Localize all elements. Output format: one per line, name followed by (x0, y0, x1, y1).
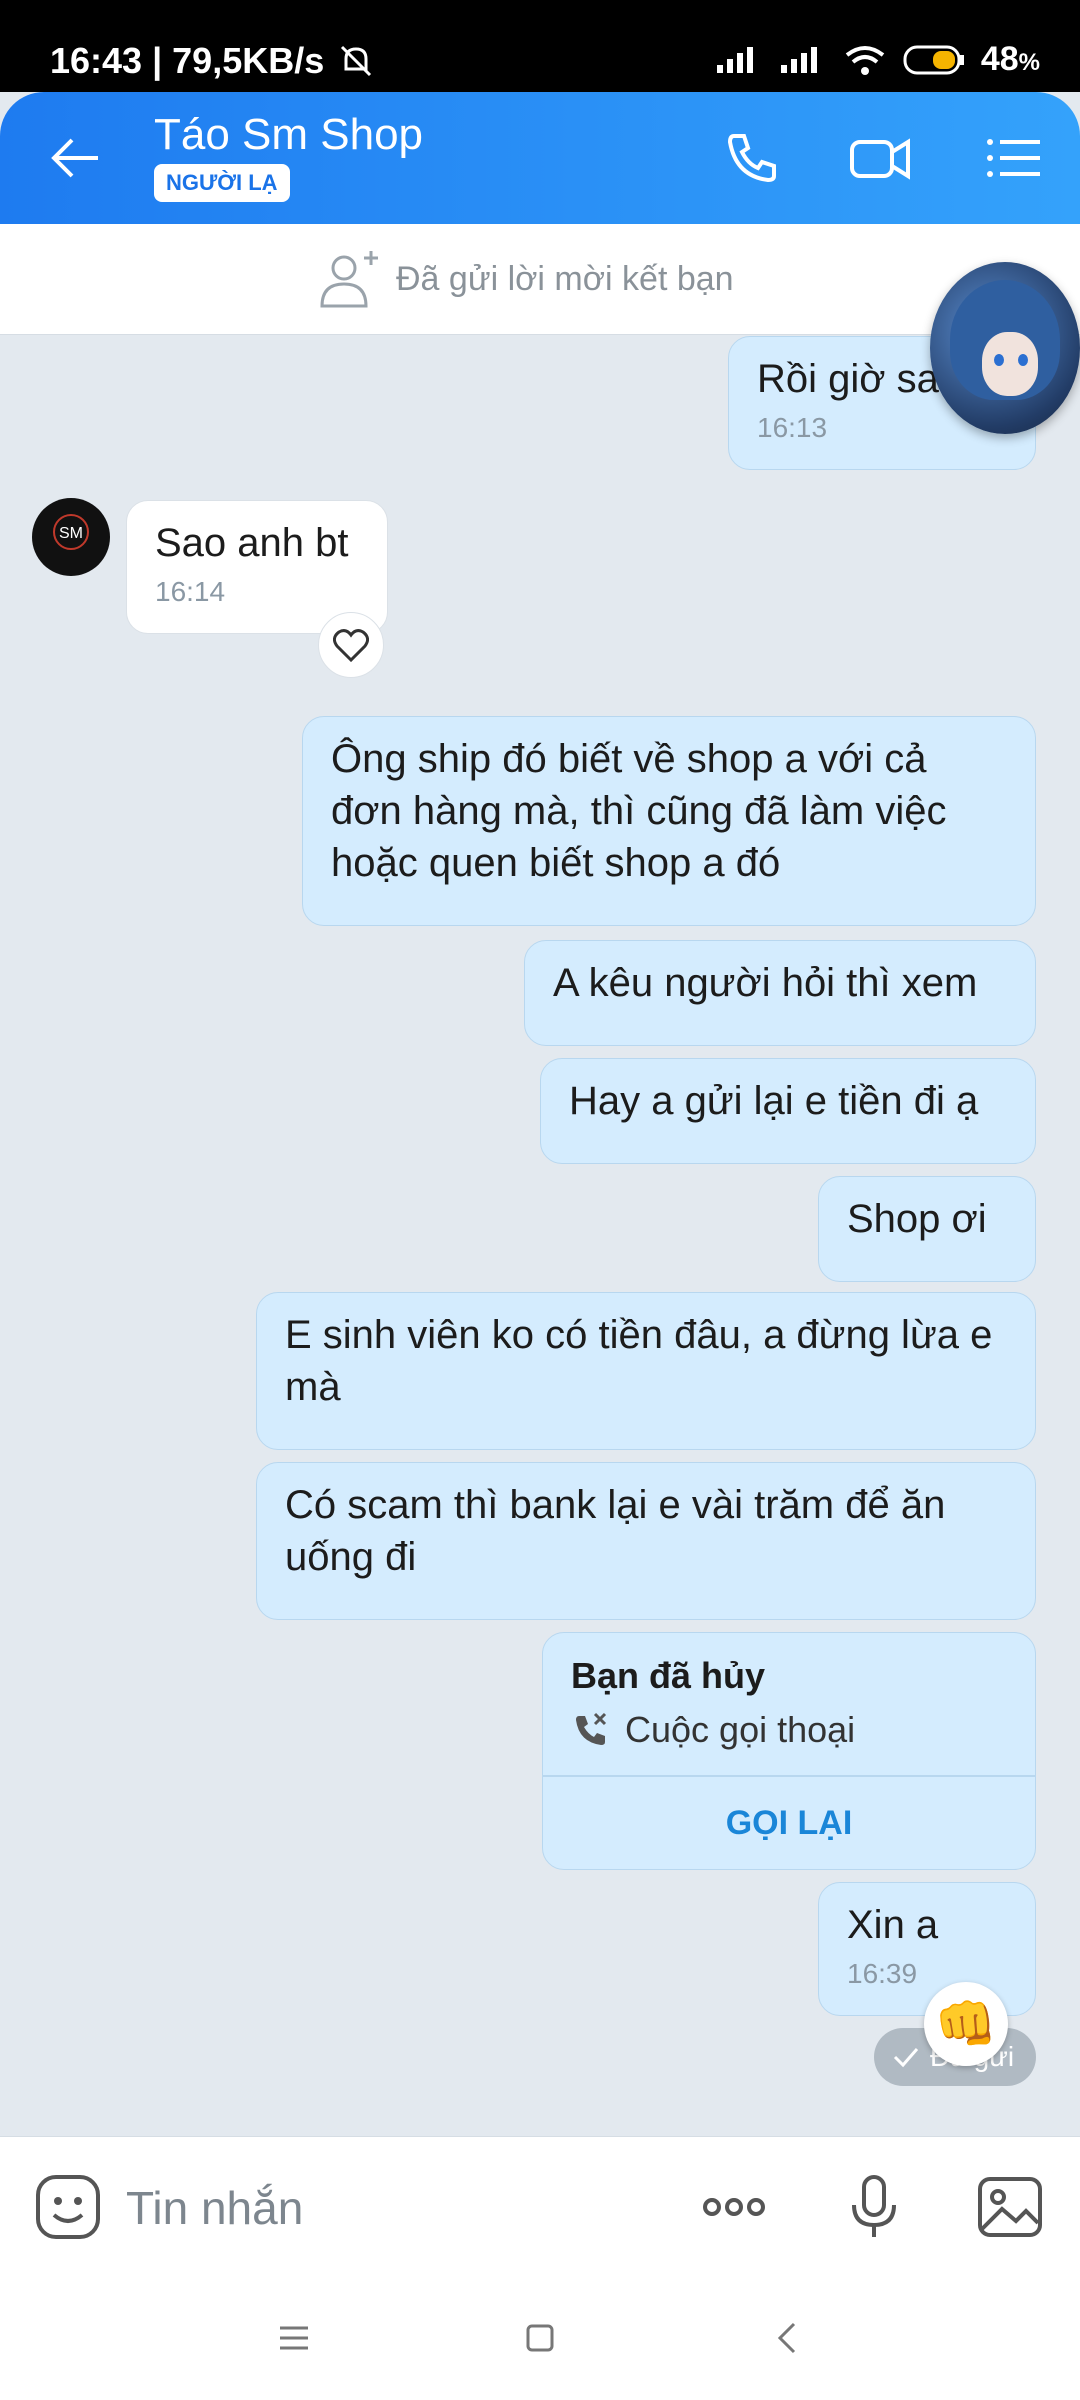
message-text: Ông ship đó biết về shop a với cả đơn hà… (331, 737, 947, 885)
friend-request-text: Đã gửi lời mời kết bạn (396, 260, 734, 298)
reaction-fist-icon[interactable]: 👊 (924, 1982, 1008, 2066)
call-card: Bạn đã hủy Cuộc gọi thoại GỌI LẠI (542, 1632, 1036, 1870)
home-icon[interactable] (518, 2316, 562, 2360)
call-card-title: Bạn đã hủy (571, 1655, 766, 1696)
status-right: 48% (715, 40, 1040, 79)
message-composer: Tin nhắn (0, 2136, 1080, 2277)
message-bubble-outgoing[interactable]: A kêu người hỏi thì xem (524, 940, 1036, 1046)
message-text: Rồi giờ sa (757, 357, 939, 401)
add-friend-icon (320, 251, 378, 308)
shop-logo-icon: SM (53, 514, 89, 550)
video-call-icon[interactable] (848, 126, 912, 190)
microphone-icon[interactable] (840, 2173, 908, 2241)
more-options-icon[interactable] (700, 2173, 768, 2241)
battery-icon (903, 45, 964, 74)
signal-icon-2 (780, 46, 817, 73)
missed-call-icon (576, 1712, 607, 1745)
message-bubble-outgoing[interactable]: Có scam thì bank lại e vài trăm để ăn uố… (256, 1462, 1036, 1620)
wifi-icon (845, 45, 885, 75)
battery-level: 48% (980, 40, 1040, 78)
chat-header: Táo Sm Shop NGƯỜI LẠ (0, 92, 1080, 224)
heart-icon (333, 629, 369, 662)
menu-list-icon[interactable] (982, 126, 1046, 190)
image-gallery-icon[interactable] (976, 2173, 1044, 2241)
message-text: Shop ơi (847, 1197, 987, 1241)
message-bubble-outgoing[interactable]: Xin a 16:39 (818, 1882, 1036, 2016)
message-bubble-outgoing[interactable]: Shop ơi (818, 1176, 1036, 1282)
message-bubble-outgoing[interactable]: E sinh viên ko có tiền đâu, a đừng lừa e… (256, 1292, 1036, 1450)
back-nav-icon[interactable] (766, 2316, 810, 2360)
check-icon (893, 2048, 919, 2068)
phone-call-icon[interactable] (720, 126, 784, 190)
friend-request-bar: Đã gửi lời mời kết bạn (0, 224, 1080, 335)
mute-bell-icon (341, 45, 372, 77)
stranger-badge: NGƯỜI LẠ (154, 164, 290, 202)
message-text: Sao anh bt (155, 521, 349, 565)
status-bar: 16:43 | 79,5KB/s 48% (0, 0, 1080, 92)
react-heart-button[interactable] (318, 612, 384, 678)
back-arrow-icon[interactable] (44, 126, 108, 190)
system-nav-bar (0, 2276, 1080, 2400)
call-card-subtitle: Cuộc gọi thoại (571, 1709, 855, 1751)
message-bubble-outgoing[interactable]: Hay a gửi lại e tiền đi ạ (540, 1058, 1036, 1164)
message-text: Có scam thì bank lại e vài trăm để ăn uố… (285, 1483, 946, 1579)
message-text: E sinh viên ko có tiền đâu, a đừng lừa e… (285, 1313, 993, 1409)
call-back-button[interactable]: GỌI LẠI (543, 1775, 1035, 1871)
message-time: 16:14 (155, 576, 226, 607)
chat-head-avatar[interactable] (930, 262, 1080, 434)
contact-name[interactable]: Táo Sm Shop (154, 110, 423, 160)
message-bubble-outgoing[interactable]: Ông ship đó biết về shop a với cả đơn hà… (302, 716, 1036, 926)
message-text: Xin a (847, 1903, 939, 1947)
message-text: Hay a gửi lại e tiền đi ạ (569, 1079, 979, 1123)
status-time-speed: 16:43 | 79,5KB/s (50, 40, 325, 81)
sticker-icon[interactable] (34, 2173, 102, 2241)
message-text: A kêu người hỏi thì xem (553, 961, 978, 1005)
message-input[interactable]: Tin nhắn (126, 2181, 303, 2235)
recent-apps-icon[interactable] (272, 2316, 316, 2360)
signal-icon (716, 46, 753, 73)
status-left: 16:43 | 79,5KB/s (50, 40, 376, 82)
svg-text:SM: SM (59, 525, 83, 542)
contact-avatar[interactable]: SM (32, 498, 110, 576)
